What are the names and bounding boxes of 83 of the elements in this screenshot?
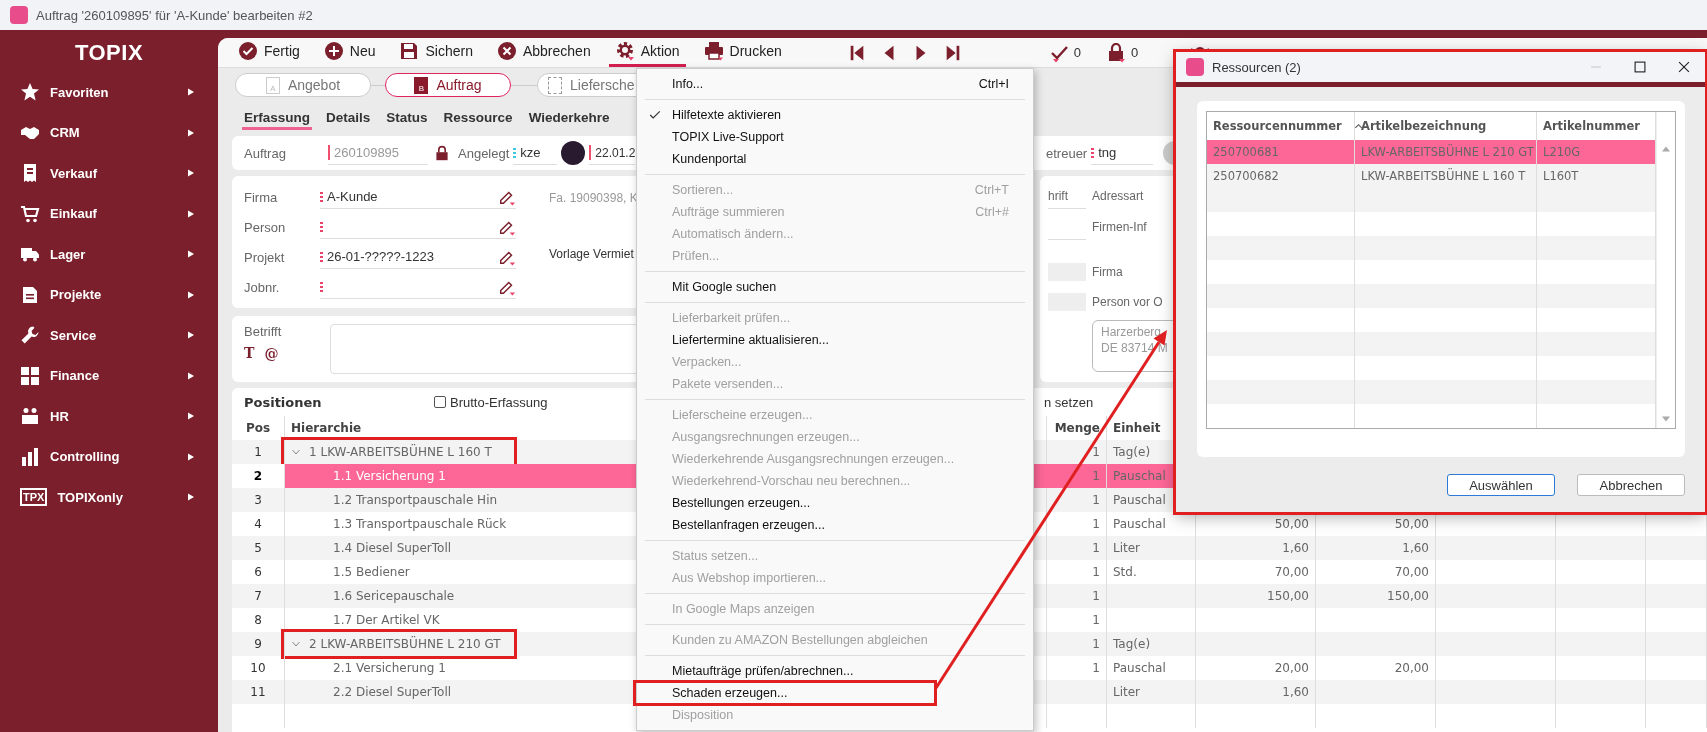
table-cell: Std. <box>1113 565 1137 579</box>
table-cell: 1 LKW-ARBEITSBÜHNE L 160 T <box>309 445 492 459</box>
table-cell: 150,00 <box>1387 589 1429 603</box>
table-cell: 1 <box>1092 517 1100 531</box>
table-cell: 1,60 <box>1402 541 1429 555</box>
table-cell: 1.6 Sericepauschale <box>333 589 455 603</box>
table-cell: 1 <box>1092 565 1100 579</box>
action-label: n setzen <box>1044 394 1094 410</box>
table-cell: 5 <box>232 536 285 560</box>
counter-value: 0 <box>1073 45 1081 60</box>
table-cell: 11 <box>232 680 285 704</box>
table-cell: 2.1 Versicherung 1 <box>333 661 446 675</box>
field-label: Angelegt <box>458 145 510 161</box>
table-cell: 1.1 Versicherung 1 <box>333 469 446 483</box>
shortcut-label: Ctrl+# <box>975 205 1009 219</box>
table-cell: 20,00 <box>1274 661 1309 675</box>
table-cell: Liter <box>1113 541 1141 555</box>
table-cell: 1.3 Transportpauschale Rück <box>333 517 507 531</box>
field-label: Projekt <box>244 249 286 265</box>
field-label: Adressart <box>1092 188 1145 205</box>
table-cell: 2 LKW-ARBEITSBÜHNE L 210 GT <box>309 637 501 651</box>
field-label: Auftrag <box>244 145 287 161</box>
table-cell: 50,00 <box>1274 517 1309 531</box>
table-cell: 70,00 <box>1274 565 1309 579</box>
field-label: Firma <box>1092 264 1124 281</box>
field-label: etreuer <box>1046 145 1088 161</box>
table-cell: 150,00 <box>1267 589 1309 603</box>
checkbox-label: Brutto-Erfassung <box>450 394 548 410</box>
window-title: Auftrag '260109895' für 'A-Kunde' bearbeiten #2 <box>36 7 313 23</box>
table-cell: 1 <box>1092 445 1100 459</box>
table-cell: L210G <box>1543 145 1581 159</box>
table-cell: 1 <box>1092 469 1100 483</box>
order-number: 260109895 <box>334 145 400 160</box>
field-value: 26-01-?????-1223 <box>327 249 434 264</box>
field-label: Jobnr. <box>244 279 281 295</box>
table-cell: 250700681 <box>1213 145 1279 159</box>
table-cell: L160T <box>1543 169 1579 183</box>
field-label: Betrifft <box>244 324 283 339</box>
table-cell: Tag(e) <box>1113 637 1151 651</box>
field-label: Firma <box>244 189 279 205</box>
table-cell: 1 <box>1092 541 1100 555</box>
field-value: kze <box>520 145 541 160</box>
table-cell: LKW-ARBEITSBÜHNE L 210 GT <box>1361 145 1534 159</box>
table-cell: LKW-ARBEITSBÜHNE L 160 T <box>1361 169 1526 183</box>
table-cell: 1 <box>1092 613 1100 627</box>
field-label: hrift <box>1048 189 1068 203</box>
table-cell: 20,00 <box>1394 661 1429 675</box>
shortcut-label: Ctrl+I <box>978 77 1009 91</box>
app-logo: TOPIX <box>73 39 145 67</box>
field-label: Vorlage Vermiet <box>549 246 635 263</box>
counter-value: 0 <box>1130 45 1139 60</box>
table-cell: Pauschal <box>1113 661 1166 675</box>
table-cell: 3 <box>232 488 285 512</box>
field-label: Person vor O <box>1092 294 1164 311</box>
table-cell: 1 <box>1092 493 1100 507</box>
shortcut-label: Ctrl+T <box>974 183 1009 197</box>
field-label: Person <box>244 219 287 235</box>
table-cell: 1 <box>1092 661 1100 675</box>
table-cell: 7 <box>232 584 285 608</box>
field-value: A-Kunde <box>327 189 378 204</box>
table-cell: 1,60 <box>1282 685 1309 699</box>
table-cell: 250700682 <box>1213 169 1279 183</box>
table-cell: 1.4 Diesel SuperToll <box>333 541 452 555</box>
table-cell: 1,60 <box>1282 541 1309 555</box>
table-cell: Tag(e) <box>1113 445 1151 459</box>
table-cell: 1 <box>1092 637 1100 651</box>
section-title: Positionen <box>244 394 323 410</box>
table-cell: Liter <box>1113 685 1141 699</box>
field-label: Firmen-Inf <box>1092 219 1148 236</box>
table-cell: 1.5 Bediener <box>333 565 410 579</box>
table-cell: 9 <box>232 632 285 656</box>
table-cell: Pauschal <box>1113 493 1166 507</box>
table-cell: 1.2 Transportpauschale Hin <box>333 493 498 507</box>
table-cell: 70,00 <box>1394 565 1429 579</box>
table-cell: Pauschal <box>1113 517 1166 531</box>
table-cell: Pauschal <box>1113 469 1166 483</box>
table-cell: 1.7 Der Artikel VK <box>333 613 440 627</box>
field-value: tng <box>1098 145 1117 160</box>
table-cell: 50,00 <box>1394 517 1429 531</box>
date-value: 22.01.2 <box>595 145 636 160</box>
table-cell: 2.2 Diesel SuperToll <box>333 685 452 699</box>
dialog-title: Ressourcen (2) <box>1212 59 1302 75</box>
table-cell: 1 <box>1092 589 1100 603</box>
